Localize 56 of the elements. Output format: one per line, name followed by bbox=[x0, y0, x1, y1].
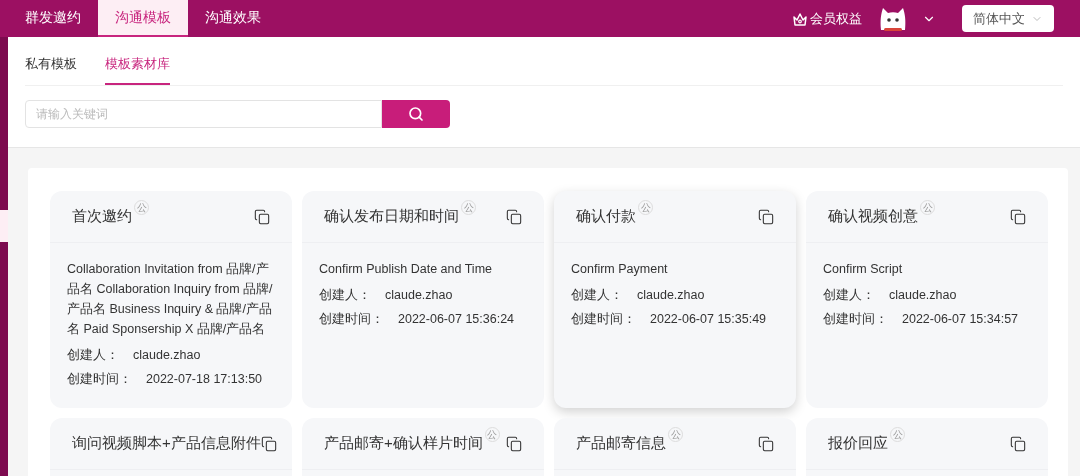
template-card[interactable]: 确认付款 公 Confirm Payment 创建人： claude.zhao 创建时间： 2022-06-07 15:35:49 bbox=[554, 191, 796, 408]
nav-tab[interactable]: 群发邀约 bbox=[8, 0, 98, 37]
nav-tab[interactable]: 沟通模板 bbox=[98, 0, 188, 37]
copy-icon[interactable] bbox=[254, 208, 270, 225]
membership-link[interactable]: 会员权益 bbox=[810, 8, 862, 29]
template-card[interactable]: 首次邀约 公 Collaboration Invitation from 品牌/产品名 Collaboration Inquiry from 品牌/产品名 Business Inquiry & 品牌/产品名 Paid Sponsership X 品牌/产品名 创建人： claude.zhao 创建时间： 2022-07-18 17:13:50 bbox=[50, 191, 292, 408]
card-title: 首次邀约 bbox=[72, 206, 132, 227]
creator-name: claude.zhao bbox=[637, 287, 705, 304]
card-title: 确认视频创意 bbox=[828, 206, 918, 227]
creator-label: 创建人： bbox=[571, 287, 623, 304]
cat-avatar[interactable] bbox=[878, 5, 908, 32]
template-card[interactable]: 产品邮寄信息 公 bbox=[554, 418, 796, 476]
template-card[interactable]: 报价回应 公 bbox=[806, 418, 1048, 476]
search-button[interactable] bbox=[382, 100, 450, 128]
copy-icon[interactable] bbox=[506, 435, 522, 452]
search-icon bbox=[408, 106, 424, 122]
copy-icon[interactable] bbox=[758, 208, 774, 225]
card-title: 产品邮寄信息 bbox=[576, 433, 666, 454]
copy-icon[interactable] bbox=[1010, 208, 1026, 225]
created-time: 2022-07-18 17:13:50 bbox=[146, 371, 263, 388]
language-select[interactable]: 简体中文 bbox=[962, 5, 1054, 32]
copy-icon[interactable] bbox=[1010, 435, 1026, 452]
template-description: Confirm Payment bbox=[571, 261, 669, 278]
card-title: 确认发布日期和时间 bbox=[324, 206, 459, 227]
card-title: 报价回应 bbox=[828, 433, 888, 454]
created-time: 2022-06-07 15:36:24 bbox=[398, 311, 515, 328]
copy-icon[interactable] bbox=[506, 208, 522, 225]
crown-icon bbox=[792, 11, 808, 26]
template-card[interactable]: 产品邮寄+确认样片时间 公 bbox=[302, 418, 544, 476]
created-time-label: 创建时间： bbox=[571, 311, 636, 328]
card-title: 产品邮寄+确认样片时间 bbox=[324, 433, 483, 454]
creator-label: 创建人： bbox=[319, 287, 371, 304]
template-description: Confirm Script bbox=[823, 261, 904, 278]
card-title: 询问视频脚本+产品信息附件 bbox=[72, 433, 261, 454]
nav-tab[interactable]: 沟通效果 bbox=[188, 0, 278, 37]
copy-icon[interactable] bbox=[260, 435, 277, 452]
creator-label: 创建人： bbox=[67, 347, 119, 364]
sub-tab[interactable]: 私有模板 bbox=[25, 53, 77, 85]
created-time-label: 创建时间： bbox=[67, 371, 132, 388]
created-time: 2022-06-07 15:35:49 bbox=[650, 311, 767, 328]
template-card[interactable]: 询问视频脚本+产品信息附件 bbox=[50, 418, 292, 476]
card-title: 确认付款 bbox=[576, 206, 636, 227]
creator-name: claude.zhao bbox=[889, 287, 957, 304]
creator-label: 创建人： bbox=[823, 287, 875, 304]
copy-icon[interactable] bbox=[758, 435, 774, 452]
creator-name: claude.zhao bbox=[385, 287, 453, 304]
template-card[interactable]: 确认视频创意 公 Confirm Script 创建人： claude.zhao 创建时间： 2022-06-07 15:34:57 bbox=[806, 191, 1048, 408]
creator-name: claude.zhao bbox=[133, 347, 201, 364]
created-time: 2022-06-07 15:34:57 bbox=[902, 311, 1019, 328]
template-card[interactable]: 确认发布日期和时间 公 Confirm Publish Date and Time 创建人： claude.zhao 创建时间： 2022-06-07 15:36:24 bbox=[302, 191, 544, 408]
sub-tab[interactable]: 模板素材库 bbox=[105, 53, 170, 85]
template-description: Collaboration Invitation from 品牌/产品名 Collaboration Inquiry from 品牌/产品名 Business Inquiry & 品牌/产品名 Paid Sponsership X 品牌/产品名 bbox=[67, 261, 274, 338]
search-field[interactable]: 请输入关键词 bbox=[25, 100, 382, 128]
created-time-label: 创建时间： bbox=[823, 311, 888, 328]
created-time-label: 创建时间： bbox=[319, 311, 384, 328]
template-description: Confirm Publish Date and Time bbox=[319, 261, 493, 278]
